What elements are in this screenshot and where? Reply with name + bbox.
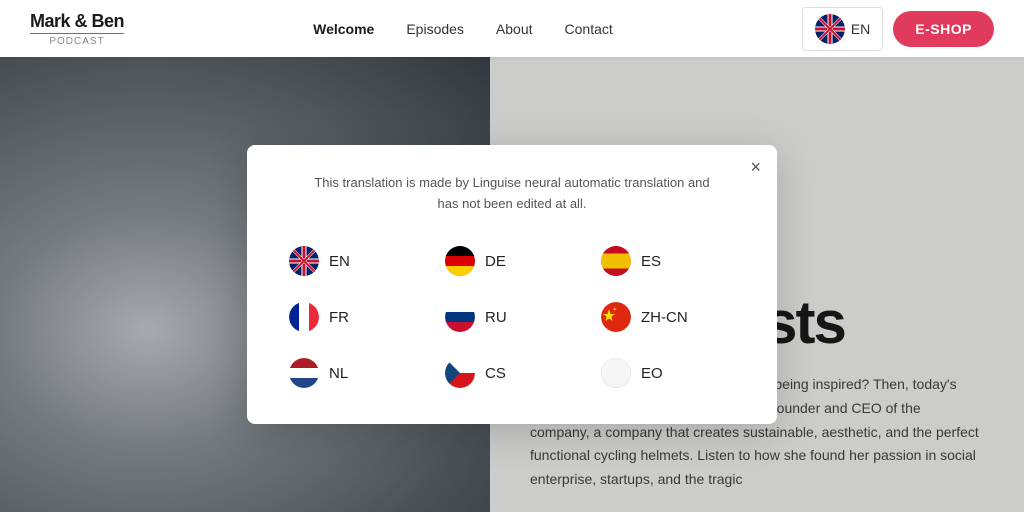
lang-option-en[interactable]: EN — [283, 242, 429, 280]
nav-episodes[interactable]: Episodes — [406, 21, 464, 37]
lang-label-zh: ZH-CN — [641, 309, 688, 326]
flag-zh-icon — [601, 302, 631, 332]
lang-option-fr[interactable]: FR — [283, 298, 429, 336]
lang-option-de[interactable]: DE — [439, 242, 585, 280]
lang-label-cs: CS — [485, 365, 506, 382]
lang-label-en: EN — [329, 253, 350, 270]
flag-ru-icon — [445, 302, 475, 332]
header: Mark & Ben Podcast Welcome Episodes Abou… — [0, 0, 1024, 57]
flag-cs-icon — [445, 358, 475, 388]
flag-eo-icon — [601, 358, 631, 388]
lang-label-eo: EO — [641, 365, 663, 382]
modal-close-button[interactable]: × — [750, 157, 761, 178]
lang-label-de: DE — [485, 253, 506, 270]
eshop-button[interactable]: E-SHOP — [893, 11, 994, 47]
flag-de-icon — [445, 246, 475, 276]
lang-option-es[interactable]: ES — [595, 242, 741, 280]
nav-welcome[interactable]: Welcome — [313, 21, 374, 37]
nav: Welcome Episodes About Contact — [313, 21, 613, 37]
lang-option-zh[interactable]: ZH-CN — [595, 298, 741, 336]
language-selector[interactable]: EN — [802, 7, 883, 51]
language-modal: × This translation is made by Linguise n… — [247, 145, 777, 425]
lang-label-es: ES — [641, 253, 661, 270]
lang-option-nl[interactable]: NL — [283, 354, 429, 392]
nav-about[interactable]: About — [496, 21, 533, 37]
en-flag-icon — [815, 14, 845, 44]
flag-fr-icon — [289, 302, 319, 332]
flag-nl-icon — [289, 358, 319, 388]
lang-code: EN — [851, 21, 870, 37]
language-grid: EN DE — [283, 242, 741, 392]
lang-option-eo[interactable]: EO — [595, 354, 741, 392]
nav-contact[interactable]: Contact — [565, 21, 613, 37]
header-right: EN E-SHOP — [802, 7, 994, 51]
flag-en-icon — [289, 246, 319, 276]
modal-overlay: × This translation is made by Linguise n… — [0, 57, 1024, 512]
logo-subtitle: Podcast — [30, 33, 124, 47]
modal-description: This translation is made by Linguise neu… — [312, 173, 712, 215]
lang-label-fr: FR — [329, 309, 349, 326]
lang-label-ru: RU — [485, 309, 507, 326]
logo-title: Mark & Ben — [30, 11, 124, 32]
logo: Mark & Ben Podcast — [30, 11, 124, 47]
lang-label-nl: NL — [329, 365, 348, 382]
lang-option-cs[interactable]: CS — [439, 354, 585, 392]
flag-es-icon — [601, 246, 631, 276]
lang-option-ru[interactable]: RU — [439, 298, 585, 336]
